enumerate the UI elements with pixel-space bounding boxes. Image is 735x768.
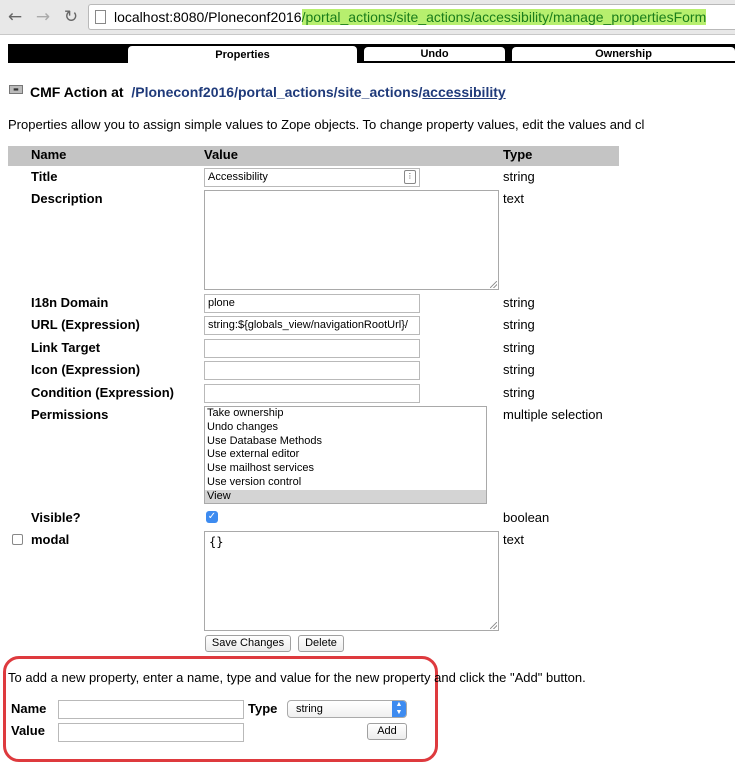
label-condition-expression: Condition (Expression) bbox=[31, 385, 174, 400]
url-text: localhost:8080/Ploneconf2016/portal_acti… bbox=[114, 9, 707, 25]
col-type: Type bbox=[503, 147, 533, 162]
permission-option[interactable]: Use version control bbox=[205, 476, 486, 490]
crumb-ploneconf[interactable]: /Ploneconf2016 bbox=[131, 84, 234, 100]
visible-checkbox[interactable]: ✓ bbox=[206, 511, 218, 523]
label-i18n-domain: I18n Domain bbox=[31, 295, 109, 310]
label-visible: Visible? bbox=[31, 510, 81, 525]
modal-delete-checkbox[interactable] bbox=[12, 534, 23, 545]
address-bar[interactable]: localhost:8080/Ploneconf2016/portal_acti… bbox=[88, 4, 735, 30]
permissions-multiselect[interactable]: Take ownership Undo changes Use Database… bbox=[204, 406, 487, 504]
col-name: Name bbox=[31, 147, 67, 162]
intro-text: Properties allow you to assign simple va… bbox=[8, 117, 645, 132]
permission-option[interactable]: Use mailhost services bbox=[205, 462, 486, 476]
title-input[interactable]: Accessibility bbox=[204, 168, 420, 187]
page-icon bbox=[95, 10, 106, 24]
new-type-label: Type bbox=[248, 701, 278, 716]
checkmark-icon: ✓ bbox=[207, 511, 217, 522]
new-name-input[interactable] bbox=[58, 700, 244, 719]
type-i18n-domain: string bbox=[503, 295, 535, 310]
label-permissions: Permissions bbox=[31, 407, 109, 422]
type-link-target: string bbox=[503, 340, 535, 355]
link-target-input[interactable] bbox=[204, 339, 420, 358]
label-link-target: Link Target bbox=[31, 340, 101, 355]
tab-properties[interactable]: Properties bbox=[128, 46, 357, 64]
tab-undo[interactable]: Undo bbox=[364, 47, 505, 61]
type-permissions: multiple selection bbox=[503, 407, 603, 422]
new-name-label: Name bbox=[11, 701, 47, 716]
description-textarea[interactable] bbox=[204, 190, 499, 290]
browser-toolbar: ← → ↻ localhost:8080/Ploneconf2016/porta… bbox=[0, 0, 735, 35]
type-modal: text bbox=[503, 532, 524, 547]
type-url-expression: string bbox=[503, 317, 535, 332]
type-title: string bbox=[503, 169, 535, 184]
tab-ownership[interactable]: Ownership bbox=[512, 47, 735, 61]
label-title: Title bbox=[31, 169, 58, 184]
crumb-accessibility[interactable]: accessibility bbox=[422, 84, 505, 100]
save-changes-button[interactable]: Save Changes bbox=[205, 635, 291, 652]
modal-textarea[interactable]: {} bbox=[204, 531, 499, 631]
keychain-icon[interactable]: ⋮ bbox=[404, 170, 416, 184]
add-property-instructions: To add a new property, enter a name, typ… bbox=[8, 670, 586, 685]
select-arrows-icon: ▲ ▼ bbox=[392, 701, 406, 717]
reload-icon[interactable]: ↻ bbox=[60, 6, 82, 28]
type-visible: boolean bbox=[503, 510, 550, 525]
new-value-label: Value bbox=[11, 723, 45, 738]
label-icon-expression: Icon (Expression) bbox=[31, 362, 141, 377]
new-value-input[interactable] bbox=[58, 723, 244, 742]
type-description: text bbox=[503, 191, 524, 206]
title-prefix: CMF Action at bbox=[30, 84, 124, 100]
icon-expression-input[interactable] bbox=[204, 361, 420, 380]
add-button[interactable]: Add bbox=[367, 723, 407, 740]
cmf-action-icon: ▬ bbox=[9, 85, 23, 94]
permission-option[interactable]: Take ownership bbox=[205, 407, 486, 421]
delete-button[interactable]: Delete bbox=[298, 635, 344, 652]
type-icon-expression: string bbox=[503, 362, 535, 377]
url-expression-input[interactable]: string:${globals_view/navigationRootUrl}… bbox=[204, 316, 420, 335]
forward-arrow-icon[interactable]: → bbox=[32, 6, 54, 28]
type-condition-expression: string bbox=[503, 385, 535, 400]
resize-grip-icon[interactable] bbox=[490, 622, 497, 629]
crumb-portal-actions[interactable]: /portal_actions bbox=[234, 84, 334, 100]
permission-option-selected[interactable]: View bbox=[205, 489, 486, 503]
i18n-domain-input[interactable]: plone bbox=[204, 294, 420, 313]
page-title: CMF Action at /Ploneconf2016/portal_acti… bbox=[30, 84, 506, 100]
crumb-site-actions[interactable]: /site_actions bbox=[334, 84, 419, 100]
permission-option[interactable]: Undo changes bbox=[205, 421, 486, 435]
label-description: Description bbox=[31, 191, 103, 206]
resize-grip-icon[interactable] bbox=[490, 281, 497, 288]
condition-expression-input[interactable] bbox=[204, 384, 420, 403]
col-value: Value bbox=[204, 147, 238, 162]
new-type-select[interactable]: string ▲ ▼ bbox=[287, 700, 407, 718]
permission-option[interactable]: Use Database Methods bbox=[205, 435, 486, 449]
label-modal: modal bbox=[31, 532, 70, 547]
permission-option[interactable]: Use external editor bbox=[205, 448, 486, 462]
back-arrow-icon[interactable]: ← bbox=[4, 6, 26, 28]
label-url-expression: URL (Expression) bbox=[31, 317, 140, 332]
